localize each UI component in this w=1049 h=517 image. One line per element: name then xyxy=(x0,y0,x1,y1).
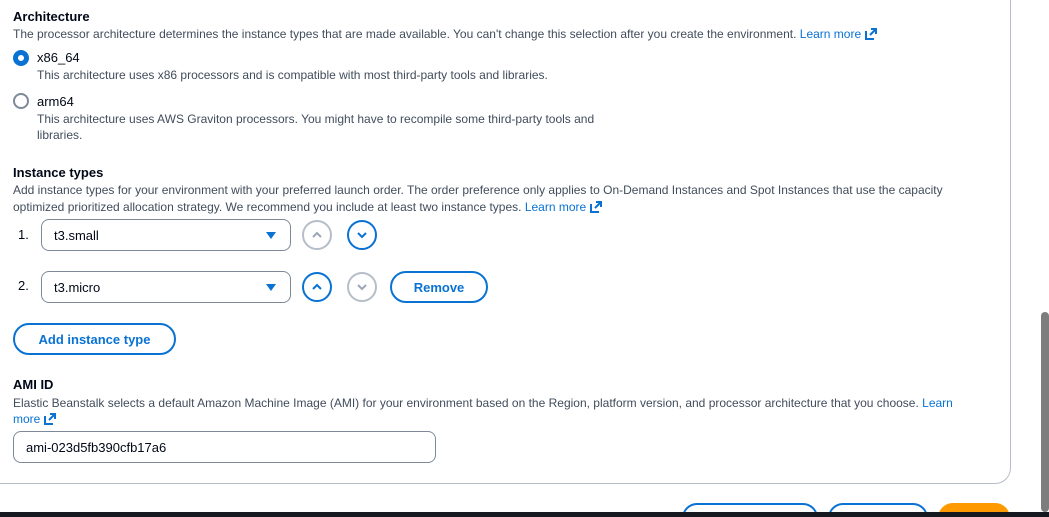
instance-type-select-value: t3.small xyxy=(54,228,99,243)
architecture-title: Architecture xyxy=(13,9,90,24)
ami-description-line2: more xyxy=(13,411,57,428)
ami-learn-more-link[interactable]: Learn xyxy=(922,396,953,410)
caret-down-icon xyxy=(266,232,276,239)
radio-x86[interactable] xyxy=(13,50,29,66)
move-up-button-2[interactable] xyxy=(302,272,332,302)
instance-type-select-value: t3.micro xyxy=(54,280,101,295)
add-instance-type-button[interactable]: Add instance type xyxy=(13,323,176,355)
architecture-description: The processor architecture determines th… xyxy=(13,26,878,43)
instance-row-number: 2. xyxy=(18,278,29,293)
radio-x86-description: This architecture uses x86 processors an… xyxy=(37,68,548,82)
caret-down-icon xyxy=(266,284,276,291)
radio-arm64-label: arm64 xyxy=(37,94,74,109)
ami-learn-more-link[interactable]: more xyxy=(13,412,57,426)
chevron-up-icon xyxy=(312,283,322,290)
radio-arm64-description-line2: libraries. xyxy=(37,128,83,142)
instance-types-description-line2: optimized prioritized allocation strateg… xyxy=(13,199,603,216)
chevron-down-icon xyxy=(357,284,367,291)
instance-types-description-line1: Add instance types for your environment … xyxy=(13,183,943,197)
external-link-icon xyxy=(865,28,878,40)
ami-id-input[interactable] xyxy=(13,431,436,463)
remove-button[interactable]: Remove xyxy=(390,271,488,303)
ami-id-title: AMI ID xyxy=(13,377,54,392)
instance-type-select-1[interactable]: t3.small xyxy=(41,219,291,251)
external-link-icon xyxy=(590,201,603,213)
radio-arm64[interactable] xyxy=(13,93,29,109)
external-link-icon xyxy=(44,413,57,425)
move-down-button-1[interactable] xyxy=(347,220,377,250)
architecture-learn-more-link[interactable]: Learn more xyxy=(800,27,878,41)
chevron-up-icon xyxy=(312,231,322,238)
move-up-button-1[interactable] xyxy=(302,220,332,250)
ami-description-line1: Elastic Beanstalk selects a default Amaz… xyxy=(13,396,953,410)
instance-types-learn-more-link[interactable]: Learn more xyxy=(525,200,603,214)
instance-row-number: 1. xyxy=(18,227,29,242)
move-down-button-2[interactable] xyxy=(347,272,377,302)
chevron-down-icon xyxy=(357,232,367,239)
radio-arm64-description-line1: This architecture uses AWS Graviton proc… xyxy=(37,112,595,126)
scrollbar-thumb[interactable] xyxy=(1041,312,1049,512)
instance-type-select-2[interactable]: t3.micro xyxy=(41,271,291,303)
instance-types-title: Instance types xyxy=(13,165,104,180)
bottom-bar xyxy=(0,512,1049,517)
radio-x86-label: x86_64 xyxy=(37,50,80,65)
